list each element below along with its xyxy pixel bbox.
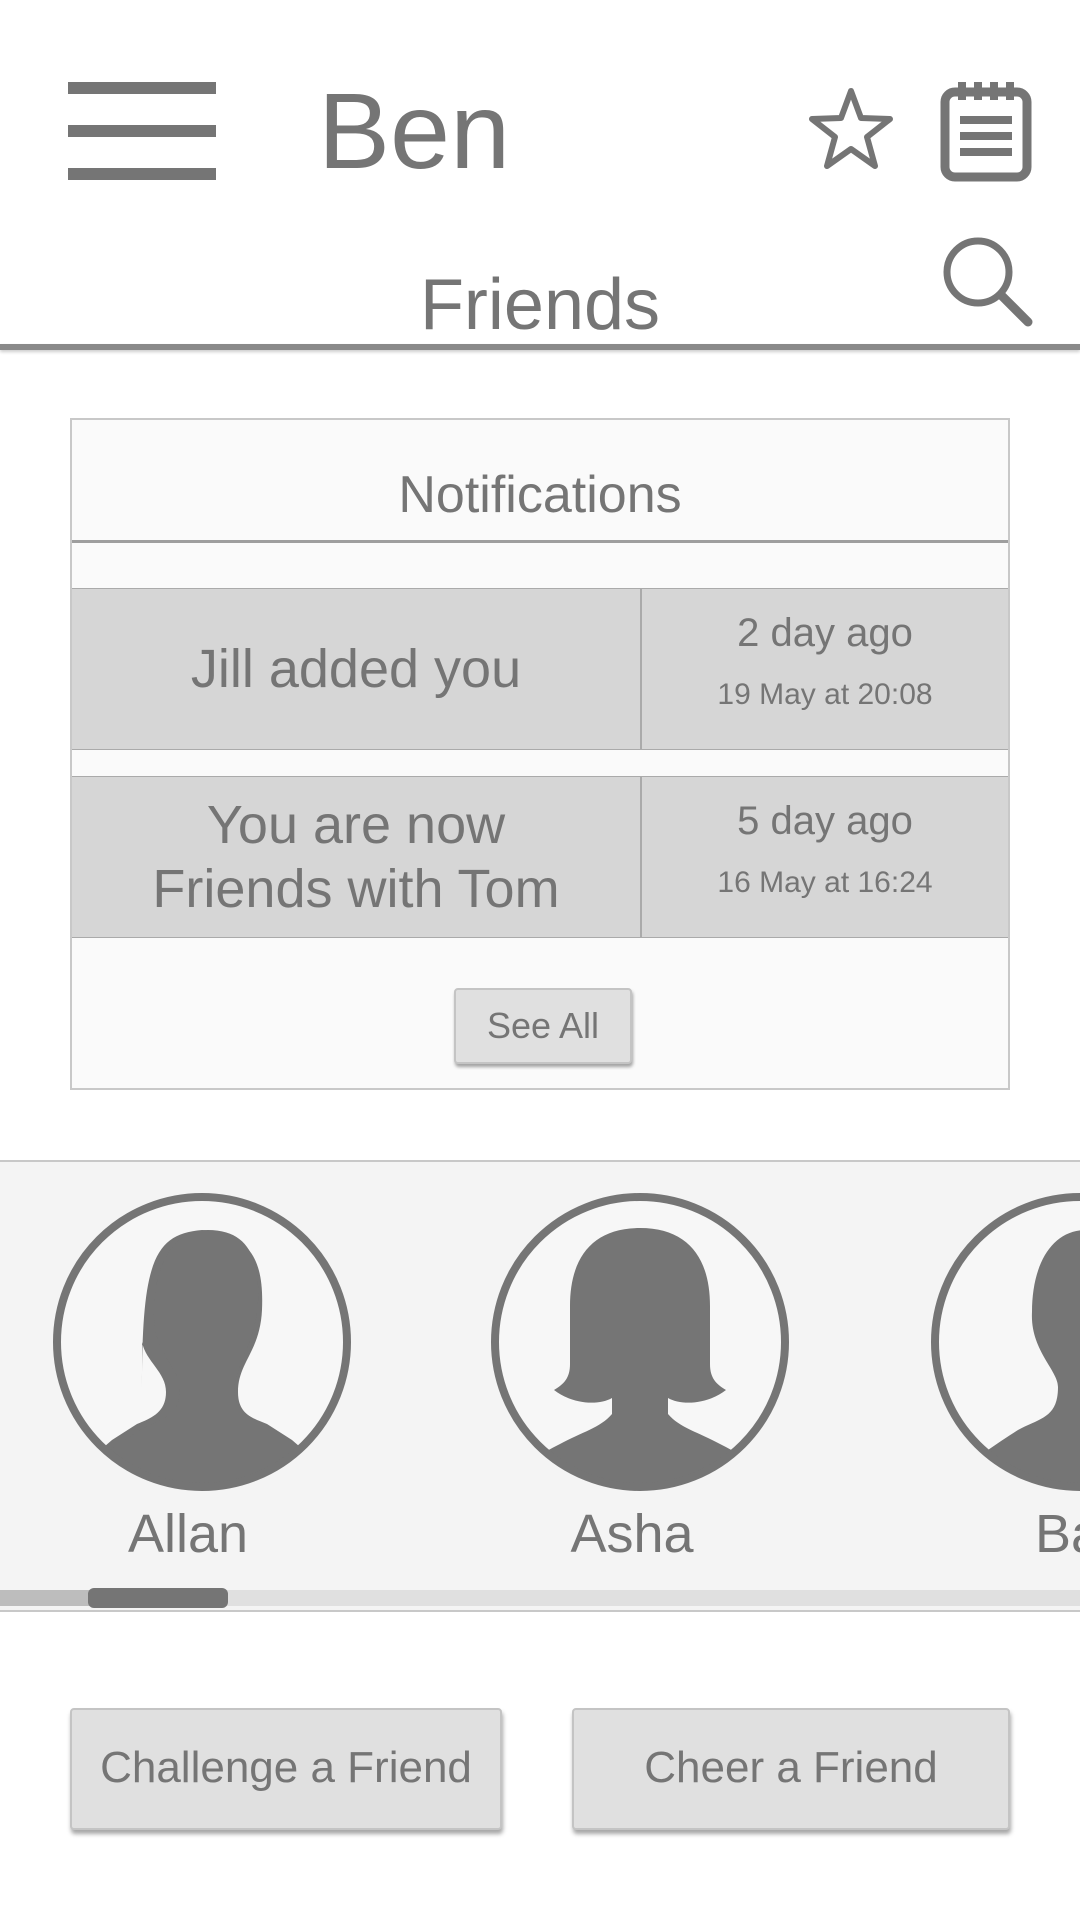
friend-name: Ba [1034, 1504, 1080, 1564]
male-avatar-icon [931, 1193, 1080, 1491]
notification-message: Jill added you [72, 589, 642, 749]
calendar-icon[interactable] [940, 80, 1032, 182]
notifications-panel: Notifications Jill added you 2 day ago 1… [70, 418, 1010, 1090]
notification-row[interactable]: You are now Friends with Tom 5 day ago 1… [72, 776, 1008, 938]
notification-relative-time: 5 day ago [737, 799, 913, 843]
notification-message: You are now Friends with Tom [72, 777, 642, 937]
star-icon[interactable] [808, 86, 894, 172]
page-title: Friends [419, 265, 661, 345]
notification-relative-time: 2 day ago [737, 611, 913, 655]
carousel-scroll-thumb[interactable] [88, 1588, 228, 1608]
friend-item-asha[interactable]: Asha [490, 1162, 800, 1564]
user-name: Ben [318, 70, 511, 191]
header-divider [0, 344, 1080, 350]
notifications-title: Notifications [72, 420, 1008, 543]
menu-icon[interactable] [68, 82, 216, 180]
male-avatar-icon [53, 1193, 351, 1491]
cheer-friend-button[interactable]: Cheer a Friend [572, 1708, 1010, 1830]
friend-item-allan[interactable]: Allan [52, 1162, 362, 1564]
see-all-button[interactable]: See All [454, 988, 632, 1064]
carousel-scrollbar-start [0, 1590, 90, 1606]
friend-name: Allan [127, 1504, 249, 1564]
notification-row[interactable]: Jill added you 2 day ago 19 May at 20:08 [72, 588, 1008, 750]
friends-carousel[interactable]: Allan Asha Ba [0, 1160, 1080, 1612]
notification-date: 19 May at 20:08 [717, 678, 933, 711]
friend-name: Asha [570, 1504, 694, 1564]
friend-item-ba[interactable]: Ba [930, 1162, 1080, 1564]
female-avatar-icon [491, 1193, 789, 1491]
challenge-friend-button[interactable]: Challenge a Friend [70, 1708, 502, 1830]
notification-date: 16 May at 16:24 [717, 866, 933, 899]
